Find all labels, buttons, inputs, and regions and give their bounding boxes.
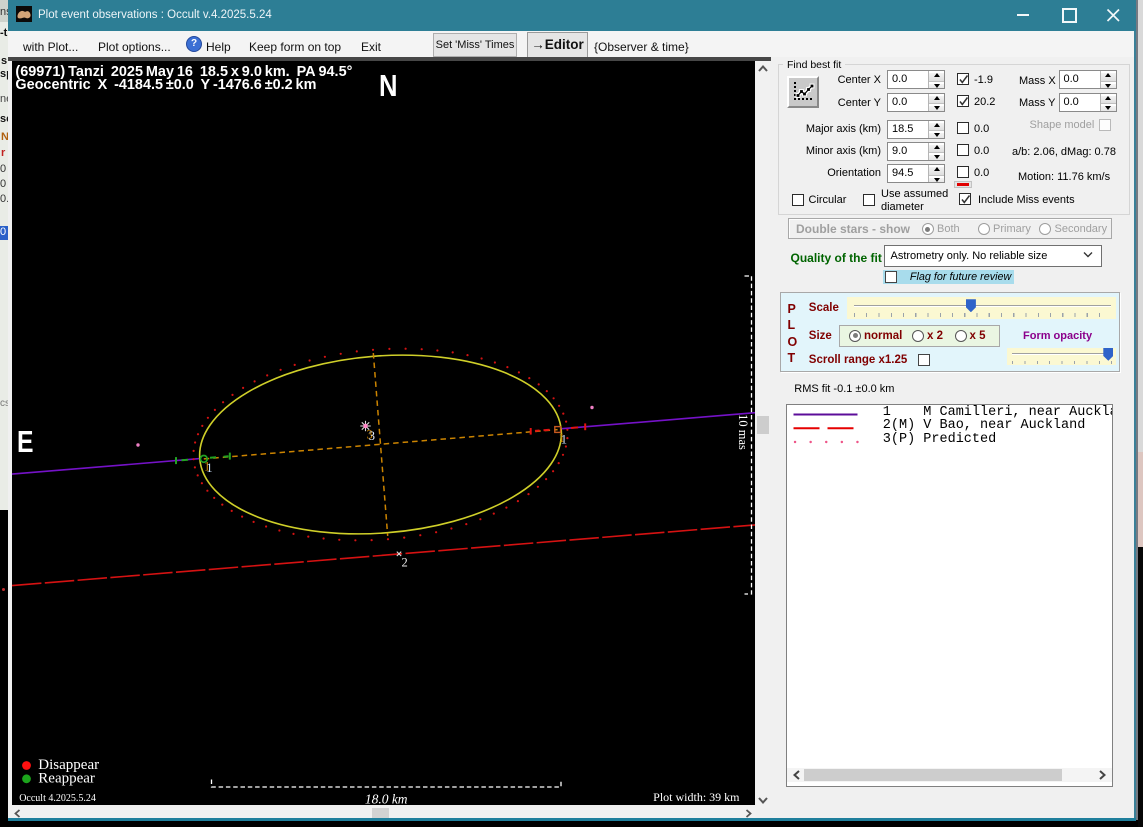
svg-text:Plot width: 39 km: Plot width: 39 km: [653, 790, 740, 804]
svg-text:E: E: [17, 424, 34, 459]
svg-text:3: 3: [369, 429, 375, 443]
svg-text:18.0 km: 18.0 km: [365, 792, 408, 807]
svg-text:N: N: [379, 68, 398, 103]
svg-text:1: 1: [206, 461, 212, 475]
svg-text:Occult 4.2025.5.24: Occult 4.2025.5.24: [19, 793, 96, 804]
svg-text:2: 2: [402, 556, 408, 570]
svg-text:10 mas: 10 mas: [736, 414, 750, 450]
svg-text:1: 1: [561, 432, 567, 446]
svg-text:Reappear: Reappear: [38, 770, 95, 786]
svg-text:Geocentric X -4184.5 ±0.0 Y: Geocentric X -4184.5 ±0.0 Y -1476.6 ±0.2…: [15, 77, 316, 93]
